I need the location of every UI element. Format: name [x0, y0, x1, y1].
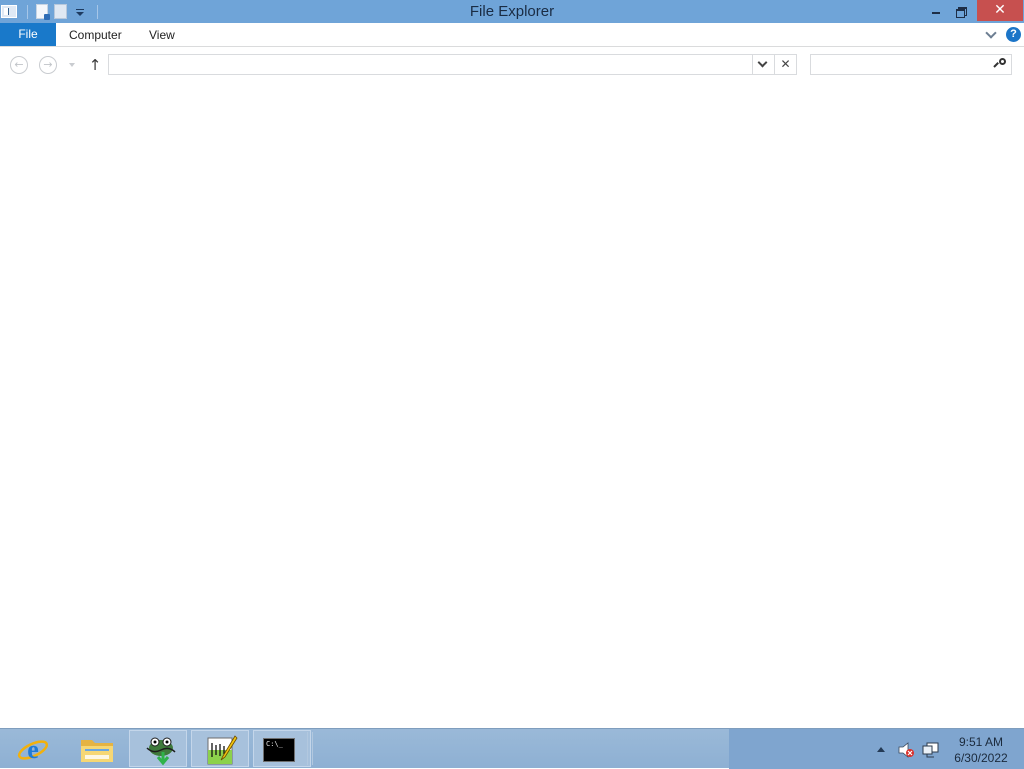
- address-bar[interactable]: ✕: [108, 54, 797, 75]
- navigation-bar: ← → ↑ ✕: [0, 47, 1024, 84]
- quick-access-toolbar: [0, 0, 106, 23]
- clock-time: 9:51 AM: [958, 735, 1004, 749]
- taskbar: e C:\_ 9:51 AM 6/30/2022: [0, 728, 1024, 769]
- toolbar-divider: [97, 4, 98, 19]
- address-input[interactable]: [111, 56, 759, 73]
- tab-file[interactable]: File: [0, 23, 56, 46]
- taskbar-item-internet-explorer[interactable]: e: [4, 730, 62, 767]
- taskbar-item-file-explorer[interactable]: [66, 730, 124, 767]
- restore-button[interactable]: [948, 0, 976, 21]
- title-bar[interactable]: File Explorer ✕: [0, 0, 1024, 23]
- search-box[interactable]: [810, 54, 1012, 75]
- internet-explorer-icon: e: [17, 735, 49, 764]
- recent-locations-dropdown-icon[interactable]: [69, 63, 75, 67]
- clock-date: 6/30/2022: [954, 751, 1008, 765]
- system-menu-icon[interactable]: [1, 5, 17, 18]
- tab-view[interactable]: View: [149, 23, 175, 46]
- up-button[interactable]: ↑: [88, 56, 102, 74]
- file-explorer-icon: [81, 740, 113, 762]
- search-icon[interactable]: [993, 58, 1006, 71]
- expand-ribbon-chevron-icon[interactable]: [984, 27, 998, 41]
- properties-icon[interactable]: [36, 4, 50, 20]
- close-button[interactable]: ✕: [977, 0, 1023, 21]
- volume-muted-icon[interactable]: [897, 742, 915, 758]
- notepad-icon: [207, 735, 238, 765]
- ribbon-tabs: File Computer View ?: [0, 23, 1024, 47]
- svg-text:e: e: [27, 735, 39, 764]
- search-input[interactable]: [813, 56, 993, 73]
- taskbar-item-notepad[interactable]: [191, 730, 249, 767]
- taskbar-item-wireshark[interactable]: [129, 730, 187, 767]
- command-prompt-icon: C:\_: [263, 738, 295, 762]
- tab-computer[interactable]: Computer: [69, 23, 122, 46]
- taskbar-divider: [307, 732, 313, 765]
- window-title: File Explorer: [469, 3, 555, 20]
- network-icon[interactable]: [922, 742, 940, 758]
- toolbar-divider: [27, 4, 28, 19]
- show-hidden-icons-chevron-icon[interactable]: [877, 747, 885, 752]
- minimize-button[interactable]: [922, 0, 950, 21]
- address-clear-button[interactable]: ✕: [774, 55, 796, 74]
- system-clock[interactable]: 9:51 AM 6/30/2022: [944, 734, 1018, 766]
- address-dropdown-chevron-icon[interactable]: [752, 55, 774, 74]
- taskbar-item-command-prompt[interactable]: C:\_: [253, 730, 311, 767]
- file-list-pane[interactable]: [0, 84, 1024, 728]
- help-icon[interactable]: ?: [1006, 27, 1021, 42]
- forward-button[interactable]: →: [39, 56, 57, 74]
- new-folder-icon[interactable]: [54, 4, 67, 19]
- wireshark-icon: [146, 737, 176, 766]
- back-button[interactable]: ←: [10, 56, 28, 74]
- customize-toolbar-dropdown-icon[interactable]: [73, 5, 87, 19]
